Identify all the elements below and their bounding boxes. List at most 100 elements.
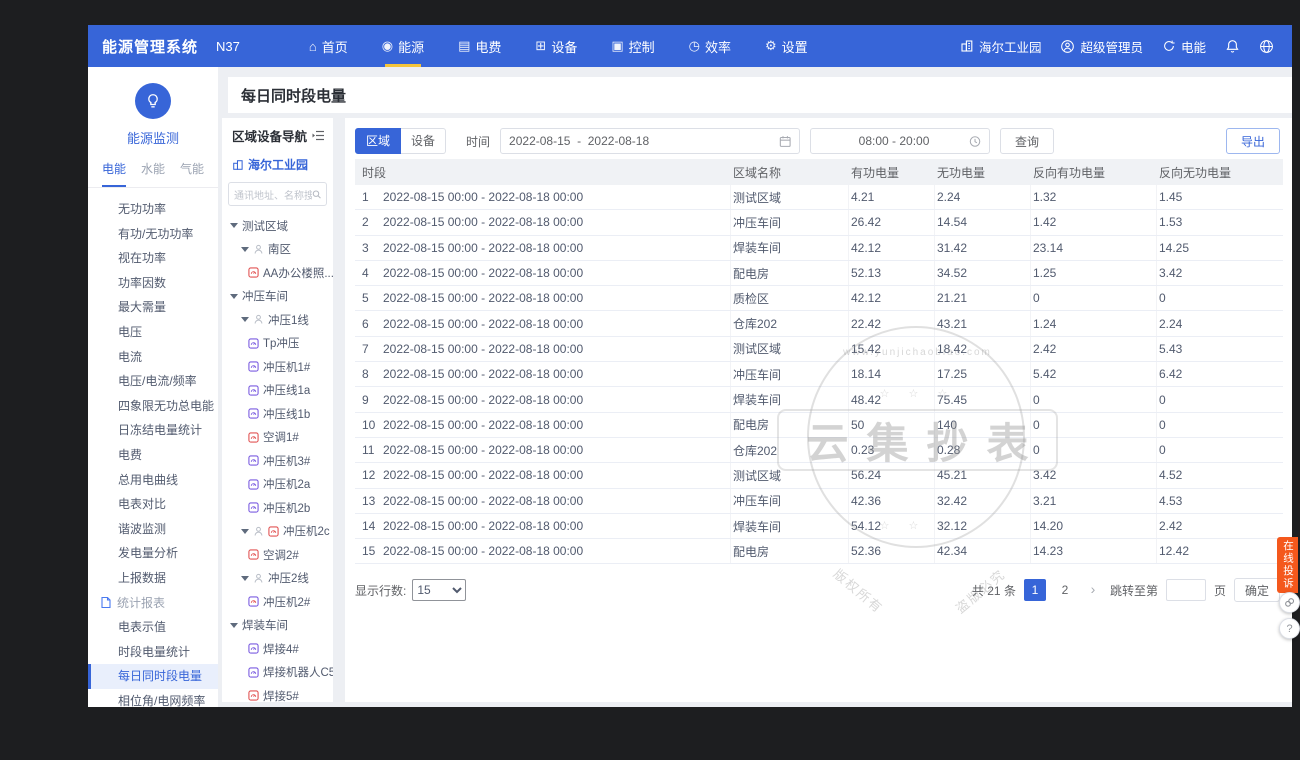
tree-node[interactable]: Tp冲压 [222,332,333,356]
sidebar-item[interactable]: 视在功率 [88,246,218,271]
sidebar-item[interactable]: 四象限无功总电能 [88,394,218,419]
sidebar-item[interactable]: 电流 [88,345,218,370]
sidebar-item[interactable]: 功率因数 [88,271,218,296]
sidebar-item[interactable]: 每日同时段电量 [88,664,218,689]
table-row[interactable]: 14 2022-08-15 00:00 - 2022-08-18 00:00 焊… [355,514,1283,539]
app-window: 能源管理系统 N37 ⌂ 首页 ◉ 能源 ▤ 电费 [88,25,1292,707]
nav-item-label: 能源 [398,37,424,56]
nav-energy[interactable]: ◉ 能源 [365,25,441,67]
confirm-jump-button[interactable]: 确定 [1234,578,1280,602]
tree-node[interactable]: 冲压机2b [222,496,333,520]
time-range-value[interactable] [819,134,969,148]
contact-link-button[interactable] [1279,592,1300,613]
tree-node[interactable]: 冲压机1# [222,355,333,379]
tree-node[interactable]: 冲压机2a [222,473,333,497]
tree-root-node[interactable]: 海尔工业园 [222,145,333,173]
query-button[interactable]: 查询 [1000,128,1054,154]
mode-device-button[interactable]: 设备 [401,128,446,154]
tree-search-input[interactable]: 通讯地址、名称搜索 [228,182,327,206]
sidebar-item[interactable]: 电费 [88,443,218,468]
online-complaint-tab[interactable]: 在线投诉 [1277,537,1298,593]
nav-efficiency[interactable]: ◷ 效率 [672,25,748,67]
date-range-picker[interactable] [500,128,800,154]
sidebar-item[interactable]: 发电量分析 [88,541,218,566]
energy-tab[interactable]: 水能 [141,160,165,187]
nav-home[interactable]: ⌂ 首页 [292,25,365,67]
sidebar-item[interactable]: 无功功率 [88,197,218,222]
tree-node[interactable]: 冲压线1b [222,402,333,426]
tree-node[interactable]: 冲压1线 [222,308,333,332]
table-row[interactable]: 10 2022-08-15 00:00 - 2022-08-18 00:00 配… [355,413,1283,438]
table-row[interactable]: 7 2022-08-15 00:00 - 2022-08-18 00:00 测试… [355,337,1283,362]
nav-control[interactable]: ▣ 控制 [594,25,671,67]
tree-node[interactable]: 冲压机3# [222,449,333,473]
tree-node[interactable]: 冲压机2# [222,590,333,614]
sidebar-item[interactable]: 相位角/电网频率 [88,689,218,707]
sidebar-item[interactable]: 最大需量 [88,295,218,320]
help-button[interactable]: ? [1279,618,1300,639]
nav-settings[interactable]: ⚙ 设置 [748,25,825,67]
table-row[interactable]: 13 2022-08-15 00:00 - 2022-08-18 00:00 冲… [355,489,1283,514]
tree-node[interactable]: 空调2# [222,543,333,567]
tree-node[interactable]: AA办公楼照... [222,261,333,285]
export-button[interactable]: 导出 [1226,128,1280,154]
sidebar-item[interactable]: 统计报表 [88,591,218,616]
tree-node[interactable]: 焊装车间 [222,614,333,638]
table-row[interactable]: 6 2022-08-15 00:00 - 2022-08-18 00:00 仓库… [355,311,1283,336]
table-row[interactable]: 5 2022-08-15 00:00 - 2022-08-18 00:00 质检… [355,286,1283,311]
tree-node[interactable]: 冲压2线 [222,567,333,591]
bell-icon[interactable] [1225,39,1240,54]
collapse-panel-icon[interactable] [312,130,325,141]
page-buttons: 1 2 [1024,579,1076,601]
tree-node[interactable]: 焊接5# [222,684,333,702]
page-number-button[interactable]: 1 [1024,579,1046,601]
energy-type-switcher[interactable]: 电能 [1162,37,1206,56]
tree-node-label: 冲压机2# [263,594,310,610]
tree-node[interactable]: 冲压线1a [222,379,333,403]
energy-tabs: 电能 水能 气能 [88,160,218,188]
sidebar-item[interactable]: 谐波监测 [88,517,218,542]
park-selector[interactable]: 海尔工业园 [960,37,1042,56]
sidebar-item[interactable]: 电压/电流/频率 [88,369,218,394]
table-row[interactable]: 3 2022-08-15 00:00 - 2022-08-18 00:00 焊装… [355,236,1283,261]
tree-node[interactable]: 冲压机2c [222,520,333,544]
sidebar-item[interactable]: 总用电曲线 [88,468,218,493]
energy-tab[interactable]: 气能 [180,160,204,187]
energy-tab[interactable]: 电能 [102,160,126,187]
mode-region-button[interactable]: 区域 [355,128,401,154]
page-number-button[interactable]: 2 [1054,579,1076,601]
table-row[interactable]: 1 2022-08-15 00:00 - 2022-08-18 00:00 测试… [355,185,1283,210]
tree-node[interactable]: 空调1# [222,426,333,450]
tree-node[interactable]: 南区 [222,238,333,262]
row-region-name: 焊装车间 [731,387,849,411]
sidebar-item[interactable]: 上报数据 [88,566,218,591]
table-row[interactable]: 12 2022-08-15 00:00 - 2022-08-18 00:00 测… [355,463,1283,488]
date-range-value[interactable] [509,134,779,148]
table-row[interactable]: 9 2022-08-15 00:00 - 2022-08-18 00:00 焊装… [355,387,1283,412]
calendar-icon [779,135,791,148]
globe-icon[interactable] [1259,39,1274,54]
table-row[interactable]: 4 2022-08-15 00:00 - 2022-08-18 00:00 配电… [355,261,1283,286]
time-range-picker[interactable] [810,128,990,154]
table-row[interactable]: 2 2022-08-15 00:00 - 2022-08-18 00:00 冲压… [355,210,1283,235]
table-row[interactable]: 8 2022-08-15 00:00 - 2022-08-18 00:00 冲压… [355,362,1283,387]
sidebar-item[interactable]: 电压 [88,320,218,345]
nav-device[interactable]: ⊞ 设备 [518,25,594,67]
sidebar-item[interactable]: 电表示值 [88,615,218,640]
sidebar-item[interactable]: 有功/无功功率 [88,222,218,247]
table-row[interactable]: 15 2022-08-15 00:00 - 2022-08-18 00:00 配… [355,539,1283,564]
rows-per-page-select[interactable]: 15 [412,579,466,601]
sidebar-item[interactable]: 时段电量统计 [88,640,218,665]
jump-page-input[interactable] [1166,579,1206,601]
tree-node[interactable]: 测试区域 [222,214,333,238]
nav-item-icon: ◷ [689,38,700,54]
tree-node[interactable]: 冲压车间 [222,285,333,309]
nav-fee[interactable]: ▤ 电费 [441,25,518,67]
user-role[interactable]: 超级管理员 [1060,37,1143,56]
sidebar-item[interactable]: 电表对比 [88,492,218,517]
sidebar-item[interactable]: 日冻结电量统计 [88,418,218,443]
tree-node[interactable]: 焊接机器人C5 [222,661,333,685]
next-page-icon[interactable] [1084,579,1102,601]
table-row[interactable]: 11 2022-08-15 00:00 - 2022-08-18 00:00 仓… [355,438,1283,463]
tree-node[interactable]: 焊接4# [222,637,333,661]
